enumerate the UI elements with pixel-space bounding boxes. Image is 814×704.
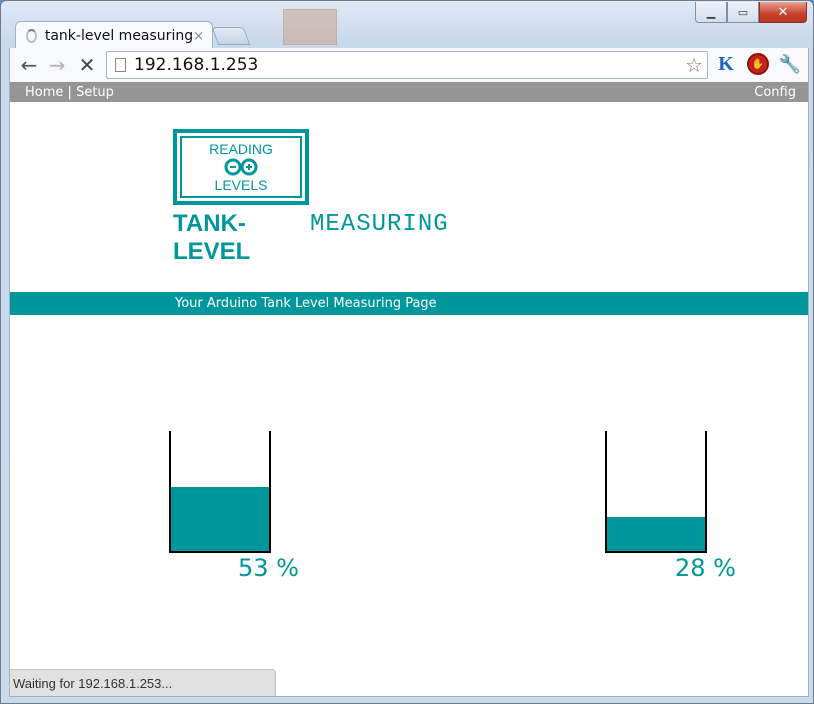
- tab-close-icon[interactable]: ×: [193, 29, 204, 44]
- tank-1-label: 53 %: [238, 554, 299, 582]
- back-arrow-icon[interactable]: ←: [16, 52, 42, 78]
- banner-text: Your Arduino Tank Level Measuring Page: [175, 296, 437, 311]
- window-caption-buttons: ▁ ▭ ✕: [695, 2, 807, 23]
- nav-config-link[interactable]: Config: [754, 85, 796, 100]
- wrench-icon[interactable]: 🔧: [778, 52, 802, 76]
- logo: READING LEVELS: [173, 129, 309, 205]
- forward-arrow-icon[interactable]: →: [44, 52, 70, 78]
- maximize-button[interactable]: ▭: [727, 2, 759, 23]
- tank-2: [605, 431, 707, 553]
- tank-1: [169, 431, 271, 553]
- nav-setup-link[interactable]: Setup: [76, 85, 114, 100]
- page-subtitle: MEASURING: [310, 211, 449, 238]
- tank-2-label: 28 %: [675, 554, 736, 582]
- star-icon[interactable]: ☆: [685, 53, 703, 77]
- nav-home-link[interactable]: Home: [25, 85, 63, 100]
- address-bar[interactable]: 192.168.1.253 ☆: [106, 51, 708, 79]
- background-window-tile: [283, 9, 337, 45]
- page-icon: [115, 58, 126, 72]
- page-title: TANK- LEVEL: [173, 210, 273, 266]
- top-nav: Home | Setup Config: [10, 82, 808, 102]
- browser-window: ▁ ▭ ✕ tank-level measuring × ← → ✕ 192.1…: [0, 0, 814, 704]
- browser-toolbar: ← → ✕ 192.168.1.253 ☆ K ✋ 🔧: [9, 48, 809, 82]
- stop-icon[interactable]: ✕: [74, 52, 100, 78]
- logo-line1: READING: [209, 141, 273, 157]
- stop-sign-icon[interactable]: ✋: [746, 52, 770, 76]
- new-tab-button[interactable]: [211, 27, 251, 45]
- tank-1-fill: [171, 487, 269, 551]
- k-extension-icon[interactable]: K: [714, 52, 738, 76]
- tank-2-fill: [607, 517, 705, 551]
- nav-separator: |: [67, 84, 72, 100]
- logo-line2: LEVELS: [214, 177, 268, 193]
- page-viewport: Home | Setup Config READING LEVELS TANK-: [9, 82, 809, 697]
- url-text[interactable]: 192.168.1.253: [134, 55, 685, 75]
- tab-title: tank-level measuring: [44, 28, 194, 44]
- browser-tab[interactable]: tank-level measuring ×: [15, 21, 213, 50]
- loading-spinner-icon: [26, 29, 37, 43]
- close-window-button[interactable]: ✕: [759, 2, 807, 23]
- minimize-button[interactable]: ▁: [695, 2, 727, 23]
- status-bar: Waiting for 192.168.1.253...: [10, 669, 276, 696]
- infinity-icon: [224, 158, 258, 176]
- title-bold: TANK- LEVEL: [173, 210, 251, 265]
- banner: Your Arduino Tank Level Measuring Page: [10, 292, 808, 315]
